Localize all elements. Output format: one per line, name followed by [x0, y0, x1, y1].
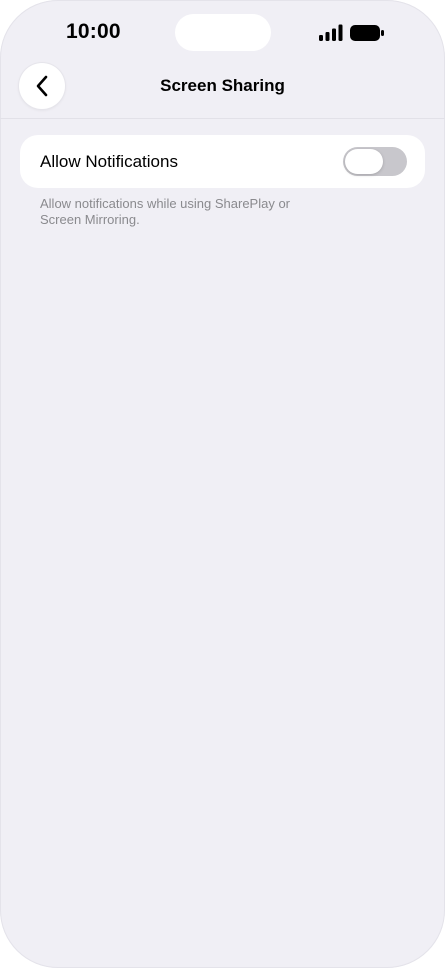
toggle-knob	[345, 149, 383, 174]
page-title: Screen Sharing	[160, 76, 285, 95]
navigation-bar: Screen Sharing	[0, 62, 445, 119]
status-bar: 10:00	[0, 0, 445, 62]
status-time: 10:00	[66, 20, 121, 43]
dynamic-island	[175, 14, 271, 51]
allow-notifications-label: Allow Notifications	[40, 152, 178, 171]
allow-notifications-toggle[interactable]	[343, 147, 407, 176]
allow-notifications-row: Allow Notifications	[20, 135, 425, 188]
phone-screen: 10:00 Screen Sharing Allow Notifications…	[0, 0, 445, 968]
signal-icon	[319, 24, 343, 41]
section-footer: Allow notifications while using SharePla…	[40, 196, 291, 227]
battery-icon	[350, 25, 384, 41]
